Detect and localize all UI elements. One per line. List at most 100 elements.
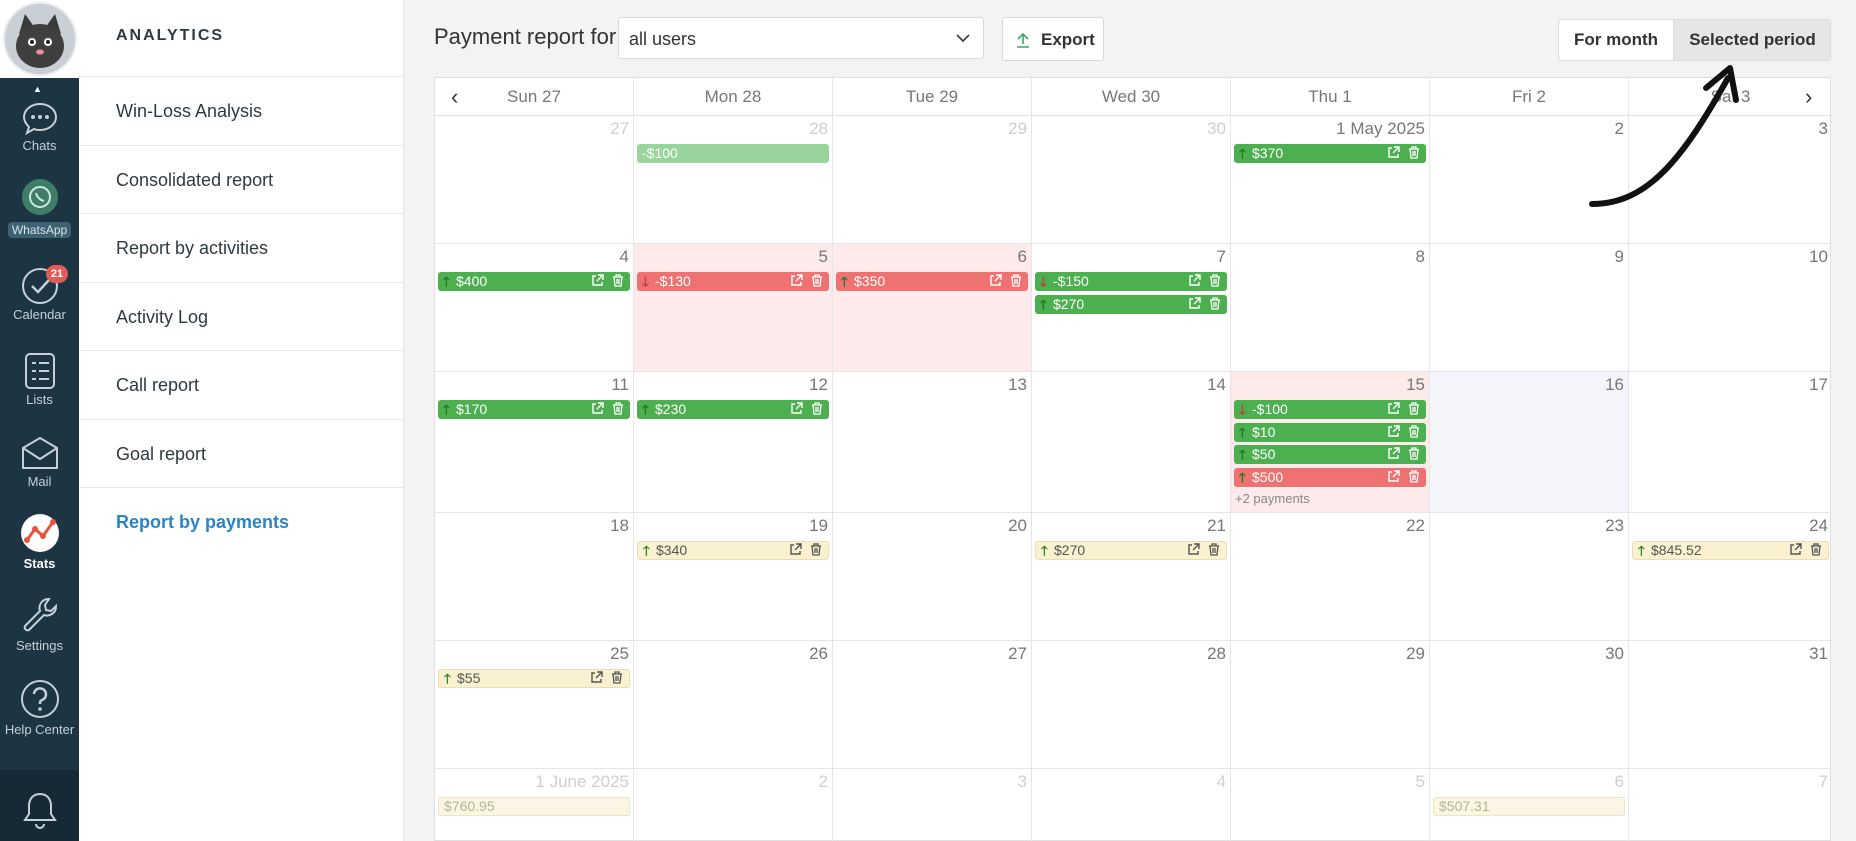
calendar-day-cell[interactable]: 4 xyxy=(1032,769,1231,841)
calendar-day-cell[interactable]: 25 🡑 $55 xyxy=(435,641,634,769)
rail-item-help-center[interactable]: Help Center xyxy=(0,678,79,737)
calendar-day-cell[interactable]: 12 🡑 $230 xyxy=(634,372,833,513)
trash-icon[interactable] xyxy=(1408,146,1420,159)
calendar-day-cell[interactable]: 22 xyxy=(1231,513,1430,641)
user-select[interactable]: all users xyxy=(618,17,984,59)
calendar-day-cell[interactable]: 7 🡓 -$150 🡑 $270 xyxy=(1032,244,1231,372)
trash-icon[interactable] xyxy=(1408,402,1420,415)
calendar-day-cell[interactable]: 20 xyxy=(833,513,1032,641)
calendar-day-cell[interactable]: 29 xyxy=(1231,641,1430,769)
open-external-icon[interactable] xyxy=(789,543,802,556)
calendar-day-cell[interactable]: 16 xyxy=(1430,372,1629,513)
payment-chip[interactable]: 🡑 $230 xyxy=(637,400,829,419)
trash-icon[interactable] xyxy=(1408,447,1420,460)
rail-item-chats[interactable]: Chats xyxy=(0,98,79,153)
calendar-day-cell[interactable]: 9 xyxy=(1430,244,1629,372)
payment-chip[interactable]: 🡑 $350 xyxy=(836,272,1028,291)
payment-chip[interactable]: 🡑 $10 xyxy=(1234,422,1426,442)
calendar-day-cell[interactable]: 1 May 2025 🡑 $370 xyxy=(1231,116,1430,244)
for-month-button[interactable]: For month xyxy=(1559,20,1674,60)
trash-icon[interactable] xyxy=(1408,424,1420,438)
payment-chip[interactable]: 🡑 $340 xyxy=(637,541,829,560)
trash-icon[interactable] xyxy=(811,402,823,415)
trash-icon[interactable] xyxy=(611,671,623,684)
payment-chip[interactable]: 🡑 $400 xyxy=(438,272,630,291)
bell-icon[interactable] xyxy=(20,790,60,830)
calendar-day-cell[interactable]: 14 xyxy=(1032,372,1231,513)
sidebar-item-call-report[interactable]: Call report xyxy=(79,351,404,420)
next-month-button[interactable]: › xyxy=(1805,78,1812,116)
export-button[interactable]: Export xyxy=(1002,17,1104,61)
open-external-icon[interactable] xyxy=(1387,447,1400,460)
calendar-day-cell[interactable]: 30 xyxy=(1032,116,1231,244)
sidebar-item-activity-log[interactable]: Activity Log xyxy=(79,283,404,351)
payment-chip[interactable]: 🡑 $50 xyxy=(1234,445,1426,464)
calendar-day-cell[interactable]: 28 -$100 xyxy=(634,116,833,244)
open-external-icon[interactable] xyxy=(1387,402,1400,415)
trash-icon[interactable] xyxy=(810,543,822,556)
calendar-day-cell[interactable]: 23 xyxy=(1430,513,1629,641)
calendar-day-cell[interactable]: 4 🡑 $400 xyxy=(435,244,634,372)
payment-chip[interactable]: 🡑 $270 xyxy=(1035,294,1227,314)
calendar-day-cell[interactable]: 29 xyxy=(833,116,1032,244)
trash-icon[interactable] xyxy=(1010,274,1022,287)
payment-chip[interactable]: 🡓 -$130 xyxy=(637,272,829,291)
rail-item-settings[interactable]: Settings xyxy=(0,594,79,653)
calendar-day-cell[interactable]: 31 xyxy=(1629,641,1832,769)
prev-month-button[interactable]: ‹ xyxy=(451,78,458,116)
payment-chip[interactable]: 🡑 $170 xyxy=(438,400,630,419)
open-external-icon[interactable] xyxy=(591,402,604,415)
scroll-up-icon[interactable]: ▲ xyxy=(33,84,42,94)
payment-chip[interactable]: 🡑 $55 xyxy=(438,669,630,688)
open-external-icon[interactable] xyxy=(1387,469,1400,483)
sidebar-item-activities[interactable]: Report by activities xyxy=(79,214,404,283)
trash-icon[interactable] xyxy=(1209,274,1221,287)
selected-period-button[interactable]: Selected period xyxy=(1674,20,1831,60)
calendar-day-cell[interactable]: 30 xyxy=(1430,641,1629,769)
rail-item-lists[interactable]: Lists xyxy=(0,350,79,407)
payment-chip[interactable]: -$100 xyxy=(637,144,829,163)
payment-chip[interactable]: 🡓 -$100 xyxy=(1234,400,1426,419)
open-external-icon[interactable] xyxy=(1387,146,1400,159)
open-external-icon[interactable] xyxy=(591,274,604,287)
calendar-day-cell[interactable]: 28 xyxy=(1032,641,1231,769)
open-external-icon[interactable] xyxy=(790,274,803,287)
trash-icon[interactable] xyxy=(1208,543,1220,556)
calendar-day-cell[interactable]: 17 xyxy=(1629,372,1832,513)
calendar-day-cell[interactable]: 10 xyxy=(1629,244,1832,372)
calendar-day-cell[interactable]: 1 June 2025 $760.95 xyxy=(435,769,634,841)
payment-chip[interactable]: $507.31 xyxy=(1433,797,1625,816)
avatar[interactable] xyxy=(3,2,77,76)
sidebar-item-payments[interactable]: Report by payments xyxy=(79,488,404,557)
calendar-day-cell[interactable]: 27 xyxy=(833,641,1032,769)
payment-chip[interactable]: 🡑 $845.52 xyxy=(1632,541,1829,560)
calendar-day-cell[interactable]: 15 🡓 -$100 🡑 $10 🡑 $50 🡑 $500 +2 payments xyxy=(1231,372,1430,513)
calendar-day-cell[interactable]: 6 🡑 $350 xyxy=(833,244,1032,372)
open-external-icon[interactable] xyxy=(1188,274,1201,287)
calendar-day-cell[interactable]: 5 xyxy=(1231,769,1430,841)
trash-icon[interactable] xyxy=(811,274,823,287)
sidebar-item-goal-report[interactable]: Goal report xyxy=(79,420,404,488)
rail-item-stats[interactable]: Stats xyxy=(0,512,79,571)
rail-item-whatsapp[interactable]: WhatsApp xyxy=(0,178,79,238)
calendar-day-cell[interactable]: 26 xyxy=(634,641,833,769)
calendar-day-cell[interactable]: 6 $507.31 xyxy=(1430,769,1629,841)
open-external-icon[interactable] xyxy=(590,671,603,684)
trash-icon[interactable] xyxy=(612,402,624,415)
open-external-icon[interactable] xyxy=(1188,296,1201,310)
calendar-day-cell[interactable]: 19 🡑 $340 xyxy=(634,513,833,641)
trash-icon[interactable] xyxy=(1408,469,1420,483)
payment-chip[interactable]: 🡑 $370 xyxy=(1234,144,1426,163)
payment-chip[interactable]: 🡑 $500 xyxy=(1234,467,1426,487)
calendar-day-cell[interactable]: 2 xyxy=(634,769,833,841)
calendar-day-cell[interactable]: 18 xyxy=(435,513,634,641)
calendar-day-cell[interactable]: 3 xyxy=(833,769,1032,841)
payment-chip[interactable]: 🡓 -$150 xyxy=(1035,272,1227,291)
calendar-day-cell[interactable]: 13 xyxy=(833,372,1032,513)
open-external-icon[interactable] xyxy=(790,402,803,415)
open-external-icon[interactable] xyxy=(989,274,1002,287)
trash-icon[interactable] xyxy=(612,274,624,287)
payment-chip[interactable]: $760.95 xyxy=(438,797,630,816)
calendar-day-cell[interactable]: 5 🡓 -$130 xyxy=(634,244,833,372)
calendar-day-cell[interactable]: 27 xyxy=(435,116,634,244)
